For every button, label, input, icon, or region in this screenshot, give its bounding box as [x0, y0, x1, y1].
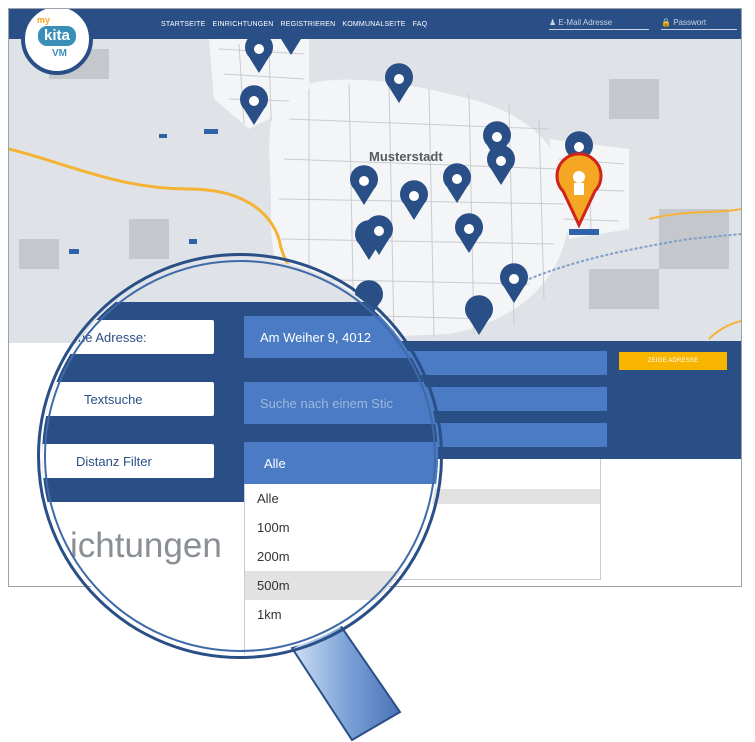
option-100m[interactable]: 100m	[245, 513, 438, 542]
distanz-filter-label: Distanz Filter	[42, 444, 214, 478]
einrichtungen-heading: ichtungen	[70, 526, 222, 565]
magnifier-lens: ne Adresse: Am Weiher 9, 4012 Textsuche …	[42, 258, 438, 654]
distance-select[interactable]: Alle	[244, 442, 438, 484]
distance-options-list: Alle 100m 200m 500m 1km	[244, 484, 438, 654]
address-label: ne Adresse:	[42, 320, 214, 354]
option-alle[interactable]: Alle	[245, 484, 438, 513]
textsuche-input[interactable]: Suche nach einem Stic	[244, 382, 438, 424]
lens-map-strip	[42, 258, 438, 302]
option-1km[interactable]: 1km	[245, 600, 438, 629]
option-200m[interactable]: 200m	[245, 542, 438, 571]
textsuche-label: Textsuche	[42, 382, 214, 416]
option-500m[interactable]: 500m	[245, 571, 438, 600]
address-input[interactable]: Am Weiher 9, 4012	[244, 316, 438, 358]
